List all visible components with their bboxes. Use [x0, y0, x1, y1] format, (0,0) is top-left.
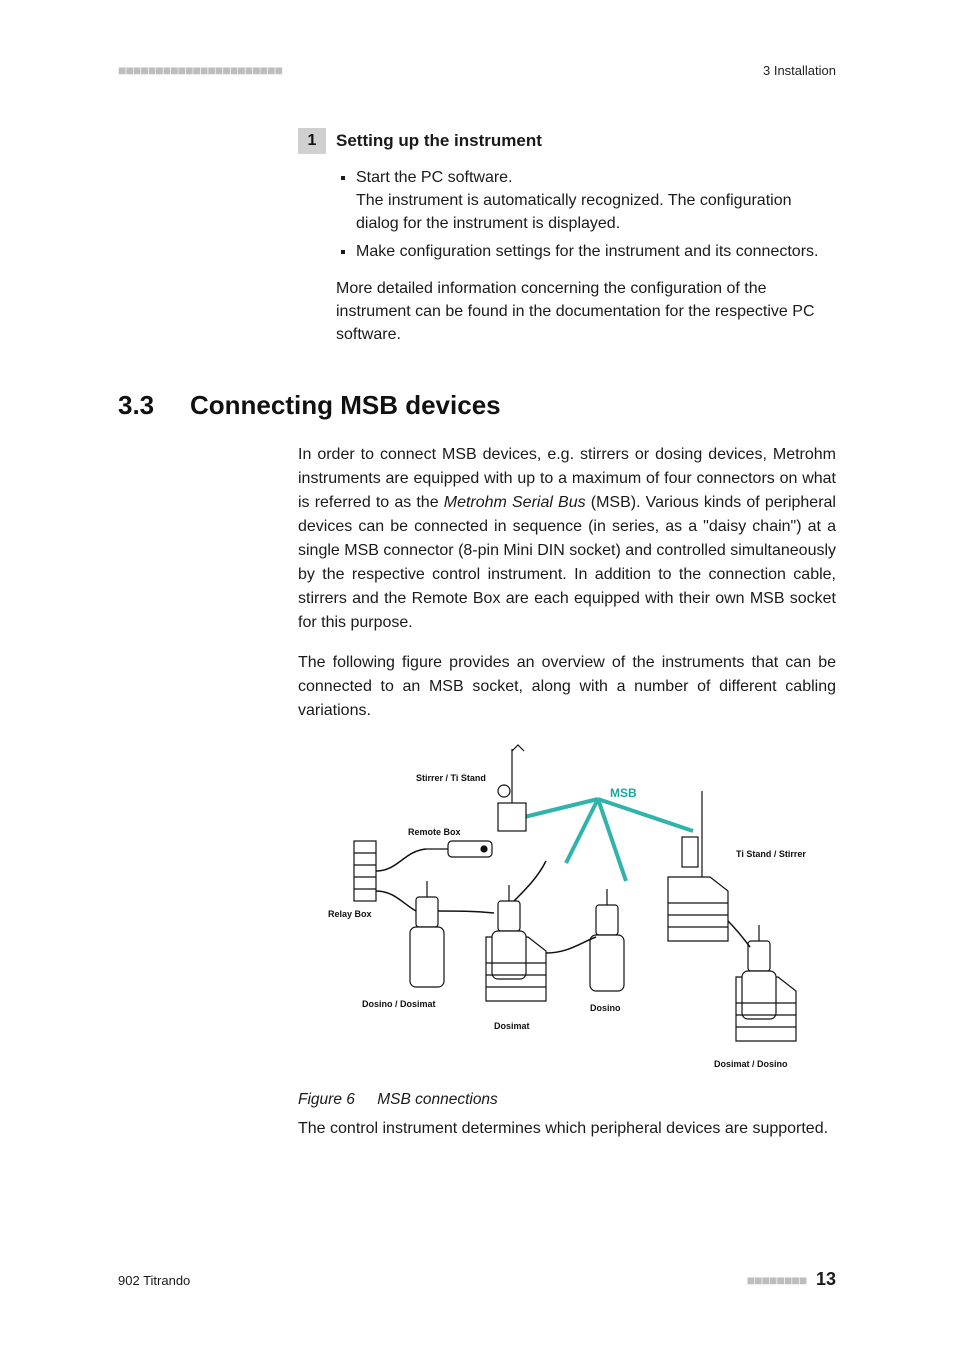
- paragraph: In order to connect MSB devices, e.g. st…: [298, 443, 836, 635]
- step-bullet: Start the PC software. The instrument is…: [356, 166, 836, 236]
- step-title: Setting up the instrument: [326, 128, 542, 154]
- step-number: 1: [298, 128, 326, 154]
- section-title: Connecting MSB devices: [190, 390, 501, 421]
- fig-label: Dosino / Dosimat: [362, 999, 436, 1009]
- section-heading: 3.3 Connecting MSB devices: [118, 390, 836, 421]
- fig-label: Relay Box: [328, 909, 372, 919]
- text: (MSB). Various kinds of peripheral devic…: [298, 494, 836, 631]
- body-text: In order to connect MSB devices, e.g. st…: [298, 443, 836, 723]
- step-body: Start the PC software. The instrument is…: [298, 166, 836, 346]
- step-bullet-text: Make configuration settings for the inst…: [356, 243, 818, 260]
- figure-caption: Figure 6 MSB connections: [298, 1091, 836, 1109]
- step-bullets: Start the PC software. The instrument is…: [336, 166, 836, 263]
- fig-label: Remote Box: [408, 827, 461, 837]
- figure: MSB Stirrer / Ti Stand Remote Box: [298, 741, 838, 1081]
- footer-marks: ■■■■■■■■: [747, 1272, 807, 1288]
- term-italic: Metrohm Serial Bus: [444, 494, 586, 511]
- paragraph: The following figure provides an overvie…: [298, 651, 836, 723]
- fig-label: Dosimat: [494, 1021, 530, 1031]
- step-bullet: Make configuration settings for the inst…: [356, 240, 836, 263]
- footer-right: ■■■■■■■■ 13: [747, 1269, 836, 1290]
- step-bullet-text: Start the PC software.: [356, 169, 513, 186]
- msb-label: MSB: [610, 786, 637, 800]
- page-footer: 902 Titrando ■■■■■■■■ 13: [118, 1269, 836, 1290]
- footer-product: 902 Titrando: [118, 1273, 190, 1288]
- header-marks: ■■■■■■■■■■■■■■■■■■■■■■: [118, 62, 282, 78]
- step-heading: 1 Setting up the instrument: [298, 128, 836, 154]
- page: ■■■■■■■■■■■■■■■■■■■■■■ 3 Installation 1 …: [0, 0, 954, 1350]
- figure-caption-text: MSB connections: [377, 1091, 498, 1108]
- step-note: More detailed information concerning the…: [336, 277, 836, 347]
- fig-label: Stirrer / Ti Stand: [416, 773, 486, 783]
- paragraph: The control instrument determines which …: [298, 1117, 836, 1141]
- msb-diagram: MSB Stirrer / Ti Stand Remote Box: [298, 741, 838, 1081]
- fig-label: Dosino: [590, 1003, 621, 1013]
- header-chapter: 3 Installation: [763, 63, 836, 78]
- fig-label: Ti Stand / Stirrer: [736, 849, 806, 859]
- step-bullet-text: The instrument is automatically recogniz…: [356, 192, 791, 232]
- step-block: 1 Setting up the instrument Start the PC…: [298, 128, 836, 346]
- section-number: 3.3: [118, 390, 190, 421]
- page-header: ■■■■■■■■■■■■■■■■■■■■■■ 3 Installation: [118, 62, 836, 84]
- fig-label: Dosimat / Dosino: [714, 1059, 788, 1069]
- page-number: 13: [816, 1269, 836, 1289]
- figure-label: Figure 6: [298, 1091, 355, 1108]
